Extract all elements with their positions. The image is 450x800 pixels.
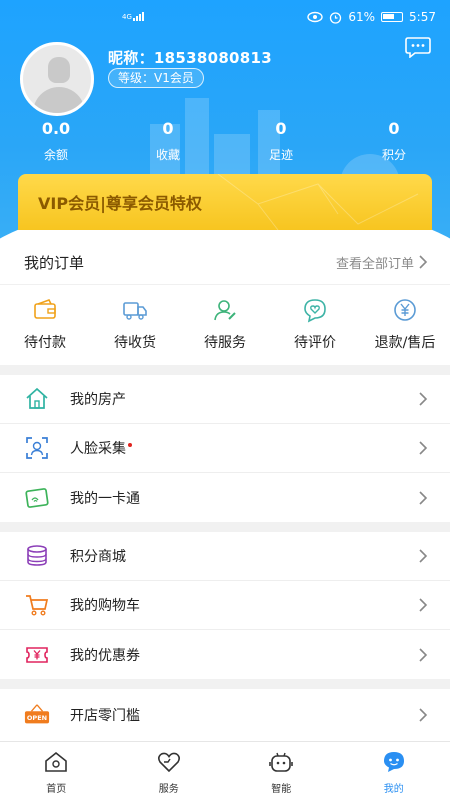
coupon-icon xyxy=(26,646,48,663)
eye-icon xyxy=(307,11,324,23)
stat-label: 积分 xyxy=(381,148,406,162)
stats-row: 0.0 余额 0 收藏 0 足迹 0 积分 xyxy=(0,118,450,168)
me-tab-icon xyxy=(383,752,404,772)
menu-item-my-card[interactable]: 我的一卡通 xyxy=(0,473,450,522)
tab-me[interactable]: 我的 xyxy=(338,742,450,800)
service-person-icon xyxy=(214,300,236,321)
stat-label: 足迹 xyxy=(268,148,293,162)
tab-home[interactable]: 首页 xyxy=(0,742,113,800)
tab-label: 智能 xyxy=(271,784,292,795)
order-status-row: 待付款 待收货 待服务 待评价 退款/售后 xyxy=(0,284,450,368)
menu-item-label: 我的购物车 xyxy=(70,598,140,614)
chevron-right-icon xyxy=(419,549,428,563)
menu-item-my-coupons[interactable]: 我的优惠券 xyxy=(0,630,450,679)
vip-banner[interactable]: VIP会员|尊享会员特权 xyxy=(18,174,432,230)
menu-group-store: OPEN 开店零门槛 xyxy=(0,689,450,741)
network-label: 4G xyxy=(122,13,132,21)
order-pending-receipt[interactable]: 待收货 xyxy=(90,285,180,368)
stat-value: 0 xyxy=(162,119,174,138)
order-pending-review[interactable]: 待评价 xyxy=(270,285,360,368)
coins-icon xyxy=(27,545,47,566)
stat-label: 余额 xyxy=(43,148,68,162)
stat-value: 0 xyxy=(275,119,287,138)
chevron-right-icon xyxy=(419,392,428,406)
status-bar: 4G 61% 5:57 xyxy=(0,0,450,34)
order-pending-payment[interactable]: 待付款 xyxy=(0,285,90,368)
order-refund-aftersales[interactable]: 退款/售后 xyxy=(360,285,450,368)
tab-label: 首页 xyxy=(46,784,67,795)
orders-header: 我的订单 查看全部订单 xyxy=(0,240,450,284)
view-all-orders-label: 查看全部订单 xyxy=(335,256,414,272)
heart-tab-icon xyxy=(157,752,180,773)
face-scan-icon xyxy=(26,437,48,459)
menu-item-label: 开店零门槛 xyxy=(70,708,140,724)
stat-value: 0.0 xyxy=(41,119,71,138)
open-sign-icon: OPEN xyxy=(24,704,50,724)
house-icon xyxy=(26,387,48,409)
nickname: 昵称：18538080813 xyxy=(108,49,273,67)
menu-item-my-property[interactable]: 我的房产 xyxy=(0,375,450,424)
chevron-right-icon xyxy=(419,490,428,505)
stat-footprints[interactable]: 0 足迹 xyxy=(241,118,321,163)
menu-item-points-mall[interactable]: 积分商城 xyxy=(0,532,450,581)
tab-label: 服务 xyxy=(158,784,179,795)
tab-service[interactable]: 服务 xyxy=(113,742,226,800)
chevron-right-icon xyxy=(419,708,428,722)
wallet-icon xyxy=(34,299,56,319)
chevron-right-icon xyxy=(419,255,428,269)
clock: 5:57 xyxy=(409,10,436,24)
order-label: 退款/售后 xyxy=(374,335,436,351)
level-badge: 等级：V1会员 xyxy=(108,68,204,88)
menu-item-label: 人脸采集 xyxy=(70,438,418,458)
open-sign-text: OPEN xyxy=(27,714,47,722)
menu-group-shop: 积分商城 我的购物车 我的优惠券 xyxy=(0,532,450,679)
stat-label: 收藏 xyxy=(155,148,180,162)
order-pending-service[interactable]: 待服务 xyxy=(180,285,270,368)
order-label: 待服务 xyxy=(204,335,246,351)
signal-icon: 4G xyxy=(122,12,144,21)
orders-panel: 我的订单 查看全部订单 待付款 待收货 待服务 待评价 退款/售后 xyxy=(0,240,450,365)
profile-header: 4G 61% 5:57 昵称：18538080813 等级：V1会员 0.0 余… xyxy=(0,0,450,240)
chevron-right-icon xyxy=(419,647,428,662)
card-icon xyxy=(25,487,49,508)
menu-item-my-cart[interactable]: 我的购物车 xyxy=(0,581,450,630)
tab-smart[interactable]: 智能 xyxy=(225,742,338,800)
truck-icon xyxy=(123,302,147,320)
bottom-tab-bar: 首页 服务 智能 我的 xyxy=(0,741,450,800)
yen-circle-icon xyxy=(394,299,416,321)
view-all-orders-link[interactable]: 查看全部订单 xyxy=(336,253,428,272)
order-label: 待收货 xyxy=(114,335,156,351)
menu-item-text: 人脸采集 xyxy=(70,441,126,457)
stat-value: 0 xyxy=(388,119,400,138)
battery-percent: 61% xyxy=(348,10,376,24)
order-label: 待付款 xyxy=(24,335,66,351)
message-icon[interactable] xyxy=(404,36,432,58)
menu-item-face-capture[interactable]: 人脸采集 xyxy=(0,424,450,473)
menu-item-label: 我的房产 xyxy=(70,392,126,408)
stat-points[interactable]: 0 积分 xyxy=(354,118,434,163)
chevron-right-icon xyxy=(419,598,428,612)
stat-balance[interactable]: 0.0 余额 xyxy=(16,118,96,163)
home-tab-icon xyxy=(45,751,68,772)
menu-item-label: 我的优惠券 xyxy=(70,647,140,664)
stat-favorites[interactable]: 0 收藏 xyxy=(128,118,208,163)
tab-label: 我的 xyxy=(383,784,404,795)
chevron-right-icon xyxy=(419,441,428,455)
battery-icon xyxy=(381,12,404,22)
menu-item-label: 我的一卡通 xyxy=(70,490,140,507)
order-label: 待评价 xyxy=(294,335,336,351)
robot-tab-icon xyxy=(269,752,294,772)
menu-item-open-store[interactable]: OPEN 开店零门槛 xyxy=(0,689,450,741)
alarm-icon xyxy=(330,11,342,24)
orders-title: 我的订单 xyxy=(24,253,85,272)
menu-group-property: 我的房产 人脸采集 我的一卡通 xyxy=(0,375,450,522)
avatar[interactable] xyxy=(20,42,94,116)
heart-chat-icon xyxy=(304,299,326,323)
vip-banner-text: VIP会员|尊享会员特权 xyxy=(38,194,202,213)
menu-item-label: 积分商城 xyxy=(70,549,126,565)
cart-icon xyxy=(26,595,49,616)
notification-dot xyxy=(128,443,132,447)
